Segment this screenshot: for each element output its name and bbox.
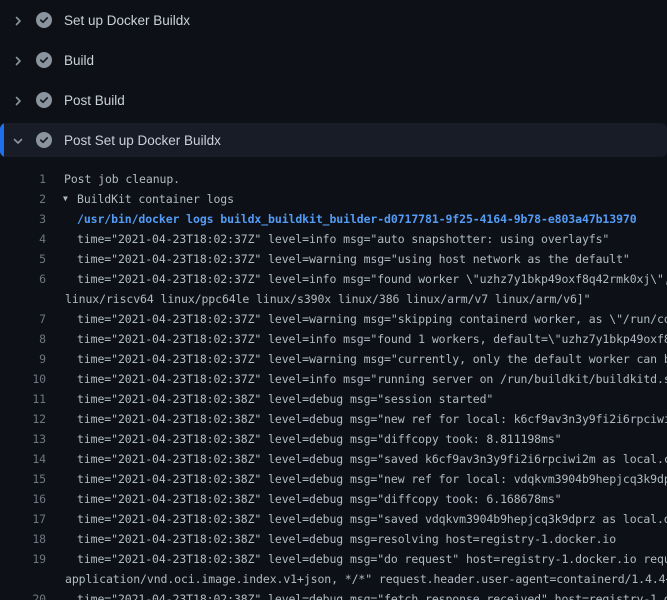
chevron-right-icon — [12, 14, 24, 26]
line-number[interactable]: 2 — [0, 189, 46, 209]
log-line: 2 ▼BuildKit container logs — [0, 189, 667, 209]
log-line-continuation: linux/riscv64 linux/ppc64le linux/s390x … — [0, 289, 667, 309]
log-text: time="2021-04-23T18:02:37Z" level=warnin… — [0, 309, 667, 329]
log-text: time="2021-04-23T18:02:38Z" level=debug … — [0, 529, 667, 549]
log-text: time="2021-04-23T18:02:38Z" level=debug … — [0, 589, 667, 600]
line-number[interactable]: 17 — [0, 509, 46, 529]
line-number[interactable]: 12 — [0, 409, 46, 429]
check-circle-icon — [36, 92, 52, 108]
line-number[interactable]: 8 — [0, 329, 46, 349]
log-text: BuildKit container logs — [0, 189, 667, 209]
step-row-set-up-docker-buildx[interactable]: Set up Docker Buildx — [0, 0, 667, 40]
actions-log-viewer: Set up Docker Buildx Build Post Build Post … — [0, 0, 667, 600]
line-number[interactable]: 16 — [0, 489, 46, 509]
log-line: 10time="2021-04-23T18:02:37Z" level=info… — [0, 369, 667, 389]
log-line: 13time="2021-04-23T18:02:38Z" level=debu… — [0, 429, 667, 449]
log-text: time="2021-04-23T18:02:37Z" level=info m… — [0, 329, 667, 349]
line-number[interactable]: 7 — [0, 309, 46, 329]
line-number[interactable]: 3 — [0, 209, 46, 229]
line-number[interactable]: 4 — [0, 229, 46, 249]
log-line: 7time="2021-04-23T18:02:37Z" level=warni… — [0, 309, 667, 329]
check-circle-icon — [36, 12, 52, 28]
log-line: 17time="2021-04-23T18:02:38Z" level=debu… — [0, 509, 667, 529]
step-label: Post Set up Docker Buildx — [64, 133, 221, 148]
step-label: Set up Docker Buildx — [64, 13, 190, 28]
log-line: 19time="2021-04-23T18:02:38Z" level=debu… — [0, 549, 667, 569]
line-number[interactable]: 14 — [0, 449, 46, 469]
log-text: time="2021-04-23T18:02:37Z" level=info m… — [0, 269, 667, 289]
log-text: time="2021-04-23T18:02:38Z" level=debug … — [0, 509, 667, 529]
log-line-continuation: application/vnd.oci.image.index.v1+json,… — [0, 569, 667, 589]
log-line: 18time="2021-04-23T18:02:38Z" level=debu… — [0, 529, 667, 549]
log-line: 6time="2021-04-23T18:02:37Z" level=info … — [0, 269, 667, 289]
log-line: 1Post job cleanup. — [0, 169, 667, 189]
log-text: time="2021-04-23T18:02:37Z" level=warnin… — [0, 249, 667, 269]
log-line: 16time="2021-04-23T18:02:38Z" level=debu… — [0, 489, 667, 509]
log-line: 11time="2021-04-23T18:02:38Z" level=debu… — [0, 389, 667, 409]
chevron-right-icon — [12, 54, 24, 66]
step-row-post-set-up-docker-buildx[interactable]: Post Set up Docker Buildx — [0, 120, 667, 160]
log-line: 3/usr/bin/docker logs buildx_buildkit_bu… — [0, 209, 667, 229]
line-number[interactable]: 10 — [0, 369, 46, 389]
chevron-down-icon — [12, 134, 24, 146]
check-circle-icon — [36, 132, 52, 148]
log-text: time="2021-04-23T18:02:37Z" level=info m… — [0, 229, 667, 249]
chevron-right-icon — [12, 94, 24, 106]
log-output: 1Post job cleanup.2 ▼BuildKit container l… — [0, 160, 667, 600]
log-text: time="2021-04-23T18:02:38Z" level=debug … — [0, 409, 667, 429]
log-text: time="2021-04-23T18:02:38Z" level=debug … — [0, 469, 667, 489]
step-label: Post Build — [64, 93, 125, 108]
line-number[interactable]: 19 — [0, 549, 46, 569]
group-toggle-icon[interactable]: ▼ — [63, 189, 68, 209]
step-row-build[interactable]: Build — [0, 40, 667, 80]
line-number[interactable]: 20 — [0, 589, 46, 600]
log-line: 14time="2021-04-23T18:02:38Z" level=debu… — [0, 449, 667, 469]
line-number[interactable]: 5 — [0, 249, 46, 269]
log-line: 9time="2021-04-23T18:02:37Z" level=warni… — [0, 349, 667, 369]
line-number[interactable]: 18 — [0, 529, 46, 549]
log-text: time="2021-04-23T18:02:38Z" level=debug … — [0, 549, 667, 569]
log-line: 15time="2021-04-23T18:02:38Z" level=debu… — [0, 469, 667, 489]
step-label: Build — [64, 53, 94, 68]
log-text: time="2021-04-23T18:02:37Z" level=warnin… — [0, 349, 667, 369]
active-step-accent-bar — [0, 123, 4, 157]
line-number[interactable]: 13 — [0, 429, 46, 449]
log-text: time="2021-04-23T18:02:37Z" level=info m… — [0, 369, 667, 389]
step-row-post-build[interactable]: Post Build — [0, 80, 667, 120]
log-line: 12time="2021-04-23T18:02:38Z" level=debu… — [0, 409, 667, 429]
log-line: 4time="2021-04-23T18:02:37Z" level=info … — [0, 229, 667, 249]
log-command-text: /usr/bin/docker logs buildx_buildkit_bui… — [0, 209, 667, 229]
log-text: linux/riscv64 linux/ppc64le linux/s390x … — [0, 289, 667, 309]
log-line: 8time="2021-04-23T18:02:37Z" level=info … — [0, 329, 667, 349]
line-number[interactable]: 15 — [0, 469, 46, 489]
line-number[interactable]: 9 — [0, 349, 46, 369]
check-circle-icon — [36, 52, 52, 68]
log-text: time="2021-04-23T18:02:38Z" level=debug … — [0, 489, 667, 509]
log-text: time="2021-04-23T18:02:38Z" level=debug … — [0, 389, 667, 409]
log-text: Post job cleanup. — [0, 169, 667, 189]
line-number[interactable]: 11 — [0, 389, 46, 409]
line-number[interactable]: 1 — [0, 169, 46, 189]
log-line: 5time="2021-04-23T18:02:37Z" level=warni… — [0, 249, 667, 269]
log-text: time="2021-04-23T18:02:38Z" level=debug … — [0, 449, 667, 469]
step-list: Set up Docker Buildx Build Post Build Post … — [0, 0, 667, 160]
log-text: application/vnd.oci.image.index.v1+json,… — [0, 569, 667, 589]
log-line: 20time="2021-04-23T18:02:38Z" level=debu… — [0, 589, 667, 600]
line-number[interactable]: 6 — [0, 269, 46, 289]
log-text: time="2021-04-23T18:02:38Z" level=debug … — [0, 429, 667, 449]
